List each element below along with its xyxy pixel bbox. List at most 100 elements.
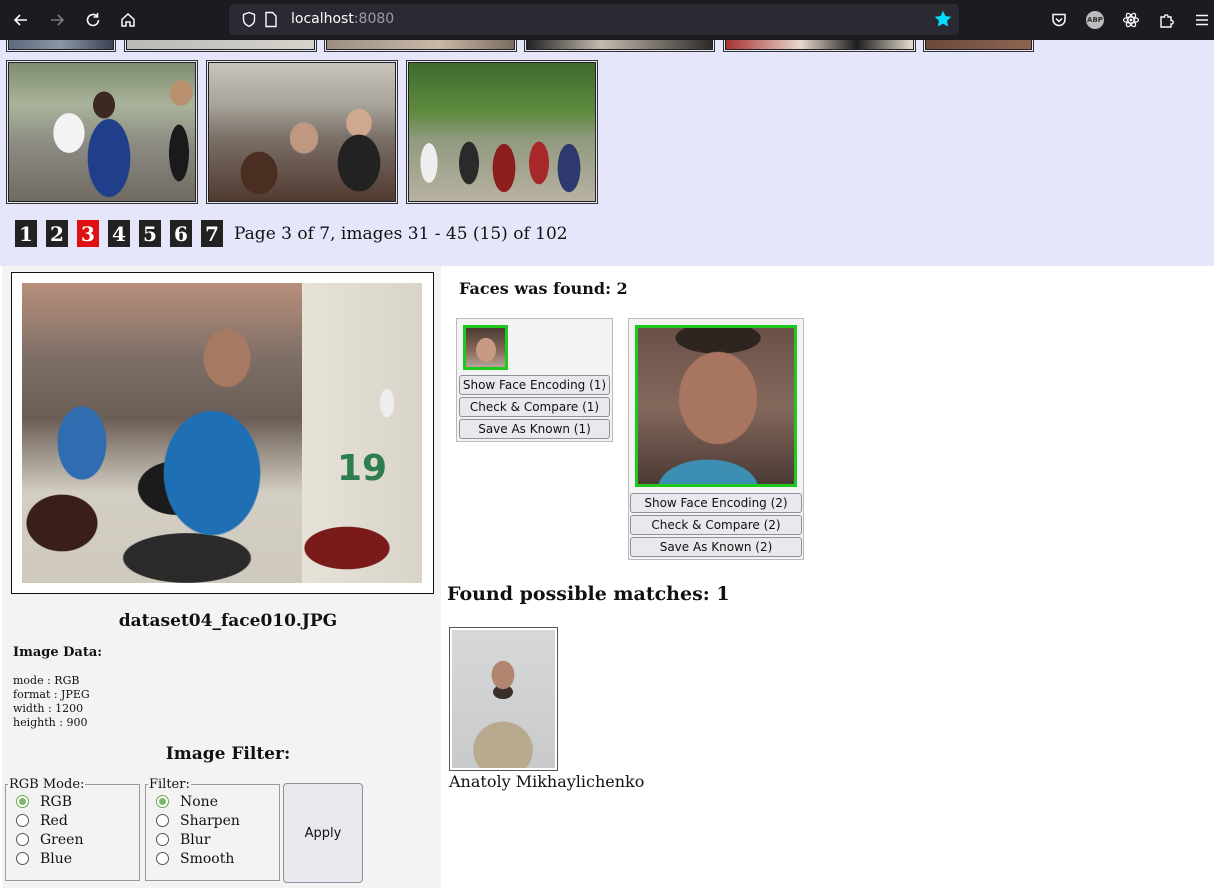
page-icon[interactable] — [264, 11, 278, 28]
page-link-7[interactable]: 7 — [201, 220, 223, 247]
gallery-thumbnail[interactable] — [6, 40, 116, 52]
gallery-thumbnail[interactable] — [6, 60, 198, 204]
save-as-known-button-1[interactable]: Save As Known (1) — [459, 419, 610, 439]
apply-filter-button[interactable]: Apply — [283, 783, 363, 883]
page-link-6[interactable]: 6 — [170, 220, 192, 247]
thumbnail-image — [8, 40, 114, 50]
radio-label: Sharpen — [180, 812, 240, 829]
thumbnail-image — [208, 62, 396, 202]
home-button[interactable] — [116, 8, 140, 32]
radio-selected-icon[interactable] — [16, 795, 29, 808]
menu-button[interactable] — [1190, 8, 1214, 32]
selected-image-frame: 19 — [11, 272, 434, 594]
thumbnail-image — [326, 40, 515, 50]
url-port: :8080 — [353, 11, 395, 27]
seat-number-graphic: 19 — [337, 448, 388, 489]
radio-icon[interactable] — [16, 852, 29, 865]
show-face-encoding-button-1[interactable]: Show Face Encoding (1) — [459, 375, 610, 395]
image-details-panel: 19 dataset04_face010.JPG Image Data: mod… — [2, 266, 441, 888]
back-button[interactable] — [9, 8, 33, 32]
match-photo — [452, 630, 555, 768]
image-data-mode: mode : RGB — [13, 674, 80, 687]
rgb-option-rgb[interactable]: RGB — [16, 792, 129, 811]
thumbnail-image — [8, 62, 196, 202]
check-compare-button-2[interactable]: Check & Compare (2) — [630, 515, 802, 535]
page-link-3-active[interactable]: 3 — [77, 220, 99, 247]
image-data-format: format : JPEG — [13, 688, 90, 701]
radio-icon[interactable] — [16, 833, 29, 846]
radio-icon[interactable] — [156, 833, 169, 846]
adblock-icon: ABP — [1086, 11, 1104, 29]
page-link-1[interactable]: 1 — [15, 220, 37, 247]
shield-icon[interactable] — [241, 11, 257, 28]
radio-label: Blue — [40, 850, 73, 867]
page-link-2[interactable]: 2 — [46, 220, 68, 247]
reload-icon — [86, 13, 100, 27]
rgb-option-green[interactable]: Green — [16, 830, 129, 849]
match-name: Anatoly Mikhaylichenko — [449, 772, 645, 791]
face-thumbnail-1[interactable] — [463, 325, 508, 370]
rgb-mode-legend: RGB Mode: — [9, 777, 85, 792]
thumbnail-image — [126, 40, 315, 50]
thumbnail-image — [725, 40, 914, 50]
gallery-thumbnail[interactable] — [923, 40, 1034, 52]
face-thumbnail-2[interactable] — [635, 325, 797, 487]
page-link-5[interactable]: 5 — [139, 220, 161, 247]
pocket-icon — [1052, 13, 1066, 27]
image-data-width: width : 1200 — [13, 702, 84, 715]
filter-option-blur[interactable]: Blur — [156, 830, 269, 849]
forward-button[interactable] — [45, 8, 69, 32]
radio-label: Blur — [180, 831, 211, 848]
arrow-left-icon — [13, 14, 27, 26]
address-bar[interactable]: localhost:8080 — [229, 4, 959, 35]
reload-button[interactable] — [81, 8, 105, 32]
faces-found-heading: Faces was found: 2 — [459, 279, 628, 298]
bookmark-star-icon[interactable] — [933, 9, 953, 29]
adblock-button[interactable]: ABP — [1083, 8, 1107, 32]
match-photo-frame[interactable] — [449, 627, 558, 771]
gallery-thumbnail[interactable] — [524, 40, 715, 52]
radio-icon[interactable] — [16, 814, 29, 827]
radio-label: Smooth — [180, 850, 235, 867]
filter-option-smooth[interactable]: Smooth — [156, 849, 269, 868]
thumbnail-image — [925, 40, 1032, 50]
rgb-option-blue[interactable]: Blue — [16, 849, 129, 868]
gallery-thumbnail[interactable] — [124, 40, 317, 52]
rgb-option-red[interactable]: Red — [16, 811, 129, 830]
url-host: localhost — [291, 11, 354, 27]
arrow-right-icon — [51, 14, 65, 26]
radio-label: Red — [40, 812, 68, 829]
image-data-heading: Image Data: — [13, 645, 103, 660]
filter-option-none[interactable]: None — [156, 792, 269, 811]
react-icon — [1122, 12, 1140, 28]
radio-selected-icon[interactable] — [156, 795, 169, 808]
gallery-thumbnail[interactable] — [723, 40, 916, 52]
save-as-known-button-2[interactable]: Save As Known (2) — [630, 537, 802, 557]
face-card-1: Show Face Encoding (1) Check & Compare (… — [456, 318, 613, 442]
gallery-thumbnail[interactable] — [206, 60, 398, 204]
show-face-encoding-button-2[interactable]: Show Face Encoding (2) — [630, 493, 802, 513]
browser-toolbar: localhost:8080 ABP — [0, 0, 1214, 40]
home-icon — [121, 12, 135, 27]
gallery-thumbnail[interactable] — [406, 60, 598, 204]
pocket-button[interactable] — [1047, 8, 1071, 32]
url-text: localhost:8080 — [291, 11, 394, 27]
react-devtools-button[interactable] — [1119, 8, 1143, 32]
gallery-thumbnail[interactable] — [324, 40, 517, 52]
image-gallery: 1 2 3 4 5 6 7 Page 3 of 7, images 31 - 4… — [0, 40, 1214, 266]
page-link-4[interactable]: 4 — [108, 220, 130, 247]
radio-icon[interactable] — [156, 852, 169, 865]
filter-legend: Filter: — [149, 777, 190, 792]
pagination-info: Page 3 of 7, images 31 - 45 (15) of 102 — [234, 223, 568, 244]
filter-option-sharpen[interactable]: Sharpen — [156, 811, 269, 830]
pagination: 1 2 3 4 5 6 7 Page 3 of 7, images 31 - 4… — [15, 220, 568, 247]
image-data-list: mode : RGB format : JPEG width : 1200 he… — [13, 674, 90, 730]
rgb-mode-group: RGB Mode: RGB Red Green Blue — [5, 777, 140, 881]
radio-label: None — [180, 793, 218, 810]
thumbnail-image — [526, 40, 713, 50]
radio-icon[interactable] — [156, 814, 169, 827]
check-compare-button-1[interactable]: Check & Compare (1) — [459, 397, 610, 417]
image-data-height: heighth : 900 — [13, 716, 88, 729]
extensions-button[interactable] — [1155, 8, 1179, 32]
hamburger-icon — [1196, 14, 1208, 26]
